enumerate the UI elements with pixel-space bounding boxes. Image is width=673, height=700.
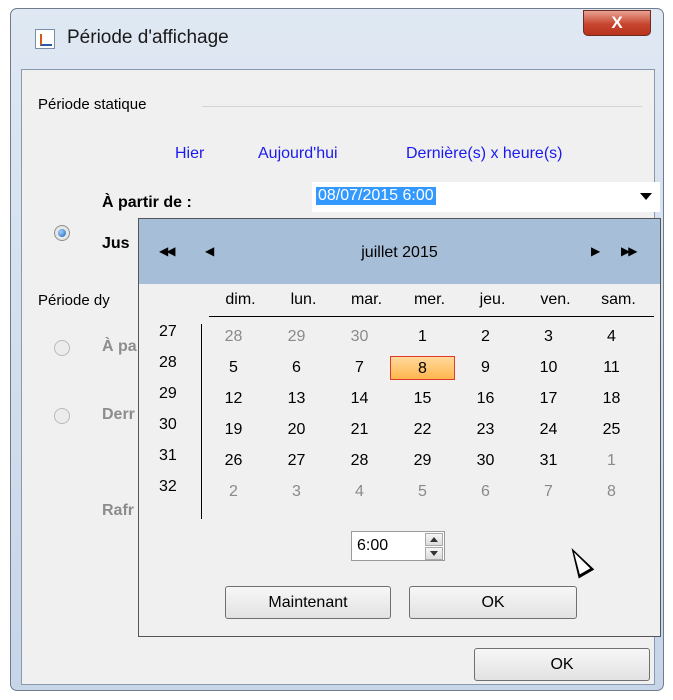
- day-cell-selected[interactable]: 8: [390, 356, 455, 380]
- day-cell[interactable]: 18: [579, 387, 644, 411]
- day-cell[interactable]: 8: [579, 480, 644, 504]
- day-cell[interactable]: 19: [201, 418, 266, 442]
- static-period-label: Période statique: [38, 96, 153, 113]
- dow-label: sam.: [601, 291, 636, 308]
- java-app-icon: [35, 29, 55, 49]
- day-cell[interactable]: 4: [327, 480, 392, 504]
- time-spinner[interactable]: 6:00: [351, 531, 445, 561]
- day-cell[interactable]: 23: [453, 418, 518, 442]
- dynamic-from-label: À pa: [102, 338, 137, 355]
- day-cell[interactable]: 7: [327, 356, 392, 380]
- dropdown-arrow-icon[interactable]: [640, 193, 652, 200]
- close-button[interactable]: X: [583, 10, 651, 36]
- link-yesterday[interactable]: Hier: [175, 145, 204, 163]
- spin-down-icon[interactable]: [425, 547, 443, 560]
- day-cell[interactable]: 15: [390, 387, 455, 411]
- day-cell[interactable]: 20: [264, 418, 329, 442]
- dialog-ok-button[interactable]: OK: [474, 648, 650, 681]
- spin-up-icon[interactable]: [425, 533, 443, 546]
- next-month-icon[interactable]: ▶: [591, 244, 600, 258]
- now-button[interactable]: Maintenant: [225, 586, 391, 619]
- dow-label: mer.: [413, 291, 446, 308]
- static-period-radio[interactable]: [54, 225, 70, 241]
- day-cell[interactable]: 29: [390, 449, 455, 473]
- title-bar[interactable]: Période d'affichage X: [11, 9, 663, 69]
- day-cell[interactable]: 10: [516, 356, 581, 380]
- day-cell[interactable]: 25: [579, 418, 644, 442]
- to-label: Jus: [102, 235, 130, 252]
- dow-label: jeu.: [479, 291, 506, 308]
- day-cell[interactable]: 27: [264, 449, 329, 473]
- day-cell[interactable]: 9: [453, 356, 518, 380]
- day-cell[interactable]: 5: [390, 480, 455, 504]
- day-cell[interactable]: 7: [516, 480, 581, 504]
- day-cell[interactable]: 29: [264, 325, 329, 349]
- window-title: Période d'affichage: [67, 27, 229, 48]
- day-cell[interactable]: 6: [264, 356, 329, 380]
- week-number: 32: [159, 478, 177, 495]
- week-number: 30: [159, 416, 177, 433]
- day-cell[interactable]: 30: [453, 449, 518, 473]
- day-cell[interactable]: 3: [516, 325, 581, 349]
- week-number: 29: [159, 385, 177, 402]
- from-date-value[interactable]: 08/07/2015 6:00: [316, 187, 436, 205]
- week-number: 31: [159, 447, 177, 464]
- day-cell[interactable]: 12: [201, 387, 266, 411]
- day-cell[interactable]: 14: [327, 387, 392, 411]
- calendar-header: ◀◀ ◀ juillet 2015 ▶ ▶▶: [139, 219, 660, 284]
- week-number-column: 27 28 29 30 31 32: [159, 323, 199, 509]
- dow-label: lun.: [290, 291, 317, 308]
- month-year-label: juillet 2015: [361, 244, 438, 261]
- from-date-combobox[interactable]: 08/07/2015 6:00: [312, 182, 660, 212]
- day-cell[interactable]: 21: [327, 418, 392, 442]
- days-of-week-header: dim. lun. mar. mer. jeu. ven. sam.: [209, 289, 654, 317]
- link-today[interactable]: Aujourd'hui: [258, 145, 338, 163]
- dynamic-from-radio[interactable]: [54, 340, 70, 356]
- day-cell[interactable]: 11: [579, 356, 644, 380]
- next-year-icon[interactable]: ▶▶: [621, 244, 638, 258]
- day-cell[interactable]: 2: [201, 480, 266, 504]
- dynamic-period-label: Période dy: [38, 292, 116, 309]
- day-cell[interactable]: 26: [201, 449, 266, 473]
- day-cell[interactable]: 28: [201, 325, 266, 349]
- time-value[interactable]: 6:00: [357, 537, 388, 555]
- day-cell[interactable]: 4: [579, 325, 644, 349]
- day-cell[interactable]: 31: [516, 449, 581, 473]
- week-number: 28: [159, 354, 177, 371]
- dow-label: dim.: [225, 291, 256, 308]
- dow-label: ven.: [540, 291, 571, 308]
- day-cell[interactable]: 5: [201, 356, 266, 380]
- day-cell[interactable]: 13: [264, 387, 329, 411]
- week-number: 27: [159, 323, 177, 340]
- day-cell[interactable]: 6: [453, 480, 518, 504]
- dow-label: mar.: [350, 291, 383, 308]
- day-cell[interactable]: 1: [390, 325, 455, 349]
- day-cell[interactable]: 30: [327, 325, 392, 349]
- day-cell[interactable]: 3: [264, 480, 329, 504]
- day-cell[interactable]: 2: [453, 325, 518, 349]
- day-cell[interactable]: 16: [453, 387, 518, 411]
- link-last-hours[interactable]: Dernière(s) x heure(s): [406, 145, 562, 163]
- dynamic-last-radio[interactable]: [54, 408, 70, 424]
- day-cell[interactable]: 28: [327, 449, 392, 473]
- day-cell[interactable]: 24: [516, 418, 581, 442]
- refresh-label: Rafr: [102, 502, 135, 519]
- day-cell[interactable]: 22: [390, 418, 455, 442]
- dynamic-last-label: Derr: [102, 406, 135, 423]
- from-label: À partir de :: [102, 194, 192, 211]
- calendar-ok-button[interactable]: OK: [409, 586, 577, 619]
- day-cell[interactable]: 17: [516, 387, 581, 411]
- group-divider: [202, 106, 642, 107]
- day-cell[interactable]: 1: [579, 449, 644, 473]
